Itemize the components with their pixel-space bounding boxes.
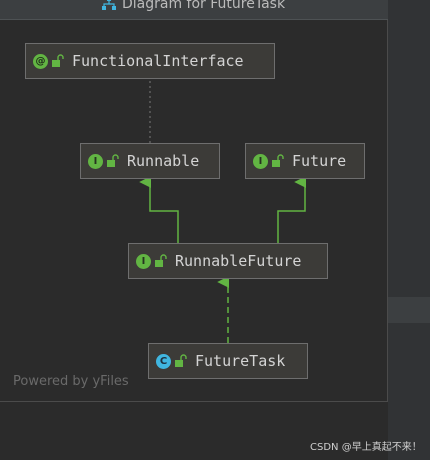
node-label: Future [292,152,347,170]
lock-open-icon [52,54,64,67]
interface-badge-icon: I [253,153,268,169]
lock-open-icon [175,354,187,367]
lock-open-icon [107,154,119,167]
node-runnablefuture[interactable]: I RunnableFuture [128,243,328,279]
interface-badge-icon: I [88,153,103,169]
lock-open-icon [155,254,167,267]
ide-highlighted-row [388,297,430,323]
node-futuretask[interactable]: C FutureTask [148,343,308,379]
edge-runnablefuture-extends-future [277,176,307,243]
node-label: RunnableFuture [175,252,302,270]
diagram-window: Diagram for FutureTask @ FunctionalInter… [0,0,388,402]
annotation-badge-icon: @ [33,53,48,69]
interface-badge-icon: I [136,253,151,269]
class-badge-icon: C [156,353,171,369]
node-future[interactable]: I Future [245,143,365,179]
edge-runnablefuture-extends-runnable [139,176,179,243]
csdn-watermark: CSDN @早上真起不来！ [310,442,422,453]
node-label: Runnable [127,152,200,170]
ide-background-panel [388,0,430,460]
node-functionalinterface[interactable]: @ FunctionalInterface [25,43,275,79]
powered-by-text: Powered by yFiles [13,374,129,389]
node-label: FunctionalInterface [72,52,244,70]
lock-open-icon [272,154,284,167]
node-runnable[interactable]: I Runnable [80,143,220,179]
node-label: FutureTask [195,352,286,370]
